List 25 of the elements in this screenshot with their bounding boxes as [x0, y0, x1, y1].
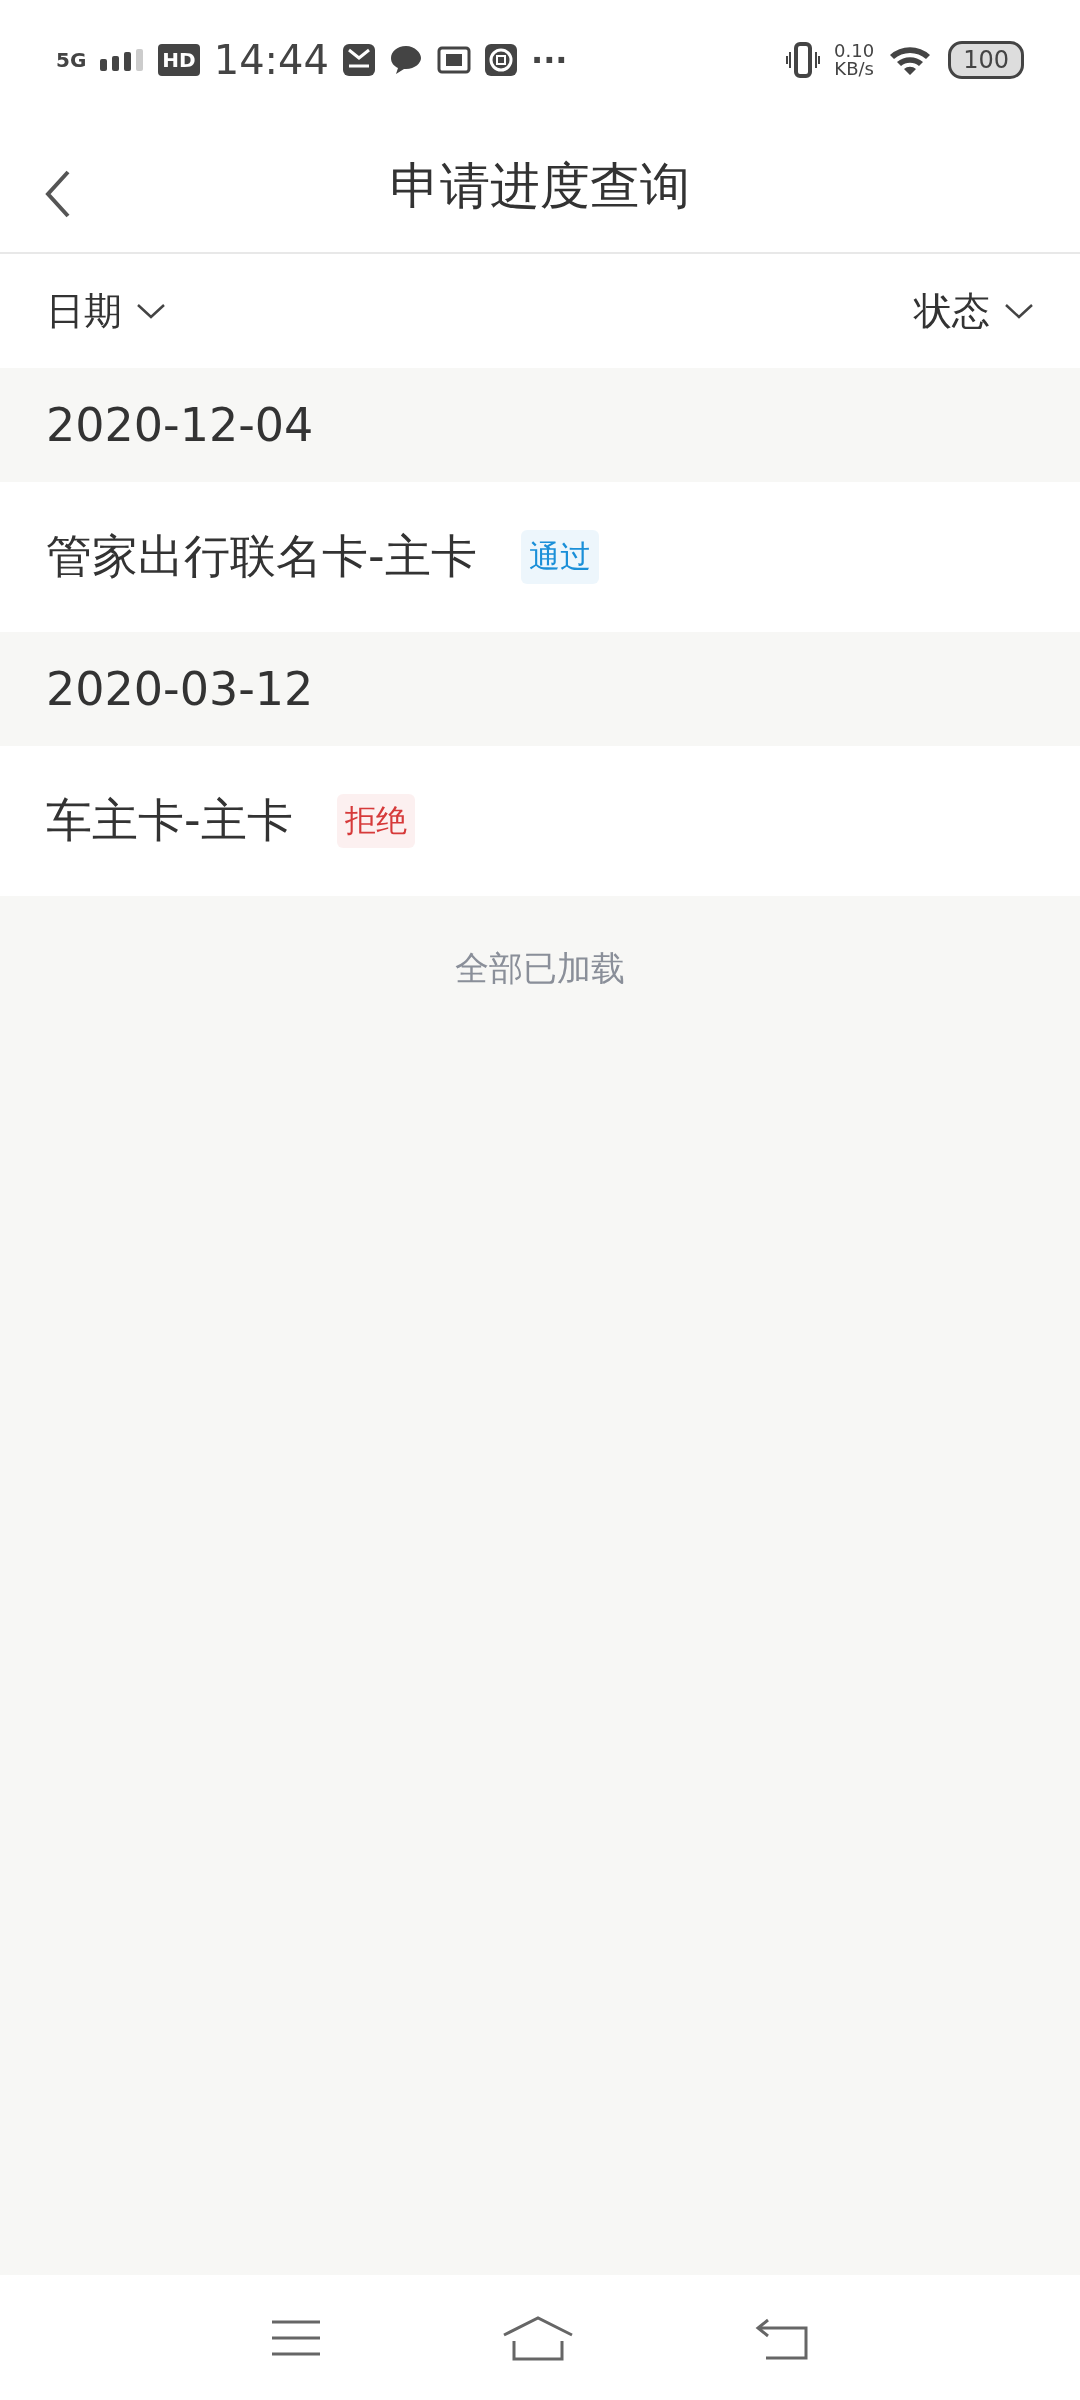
hd-badge: HD	[158, 44, 200, 76]
home-icon[interactable]	[502, 2314, 574, 2361]
filter-dropdown[interactable]: 日期	[46, 285, 166, 337]
battery-level: 100	[948, 41, 1024, 79]
chevron-down-icon	[136, 303, 166, 319]
application-row[interactable]: 管家出行联名卡-主卡 通过	[0, 482, 1080, 632]
network-speed: 0.10 KB/s	[834, 42, 875, 78]
vibrate-icon	[786, 42, 821, 78]
signal-icon	[100, 49, 145, 71]
card-name: 管家出行联名卡-主卡	[46, 528, 477, 585]
app-icon	[436, 46, 471, 74]
app-icon	[342, 44, 375, 76]
filter-dropdown[interactable]: 状态	[914, 285, 1034, 337]
application-row[interactable]: 车主卡-主卡 拒绝	[0, 746, 1080, 896]
more-indicator: ···	[530, 41, 568, 79]
chat-bubble-icon	[388, 44, 423, 76]
status-tag: 通过	[520, 530, 599, 584]
end-of-list-text: 全部已加载	[455, 948, 625, 988]
clock-time: 14:44	[213, 37, 329, 83]
coin-icon	[484, 44, 517, 76]
chevron-down-icon	[1004, 303, 1034, 319]
network-label: 5G	[56, 50, 87, 70]
status-tag: 拒绝	[336, 794, 415, 848]
card-name: 车主卡-主卡	[46, 792, 293, 849]
page-title: 申请进度查询	[390, 155, 690, 217]
